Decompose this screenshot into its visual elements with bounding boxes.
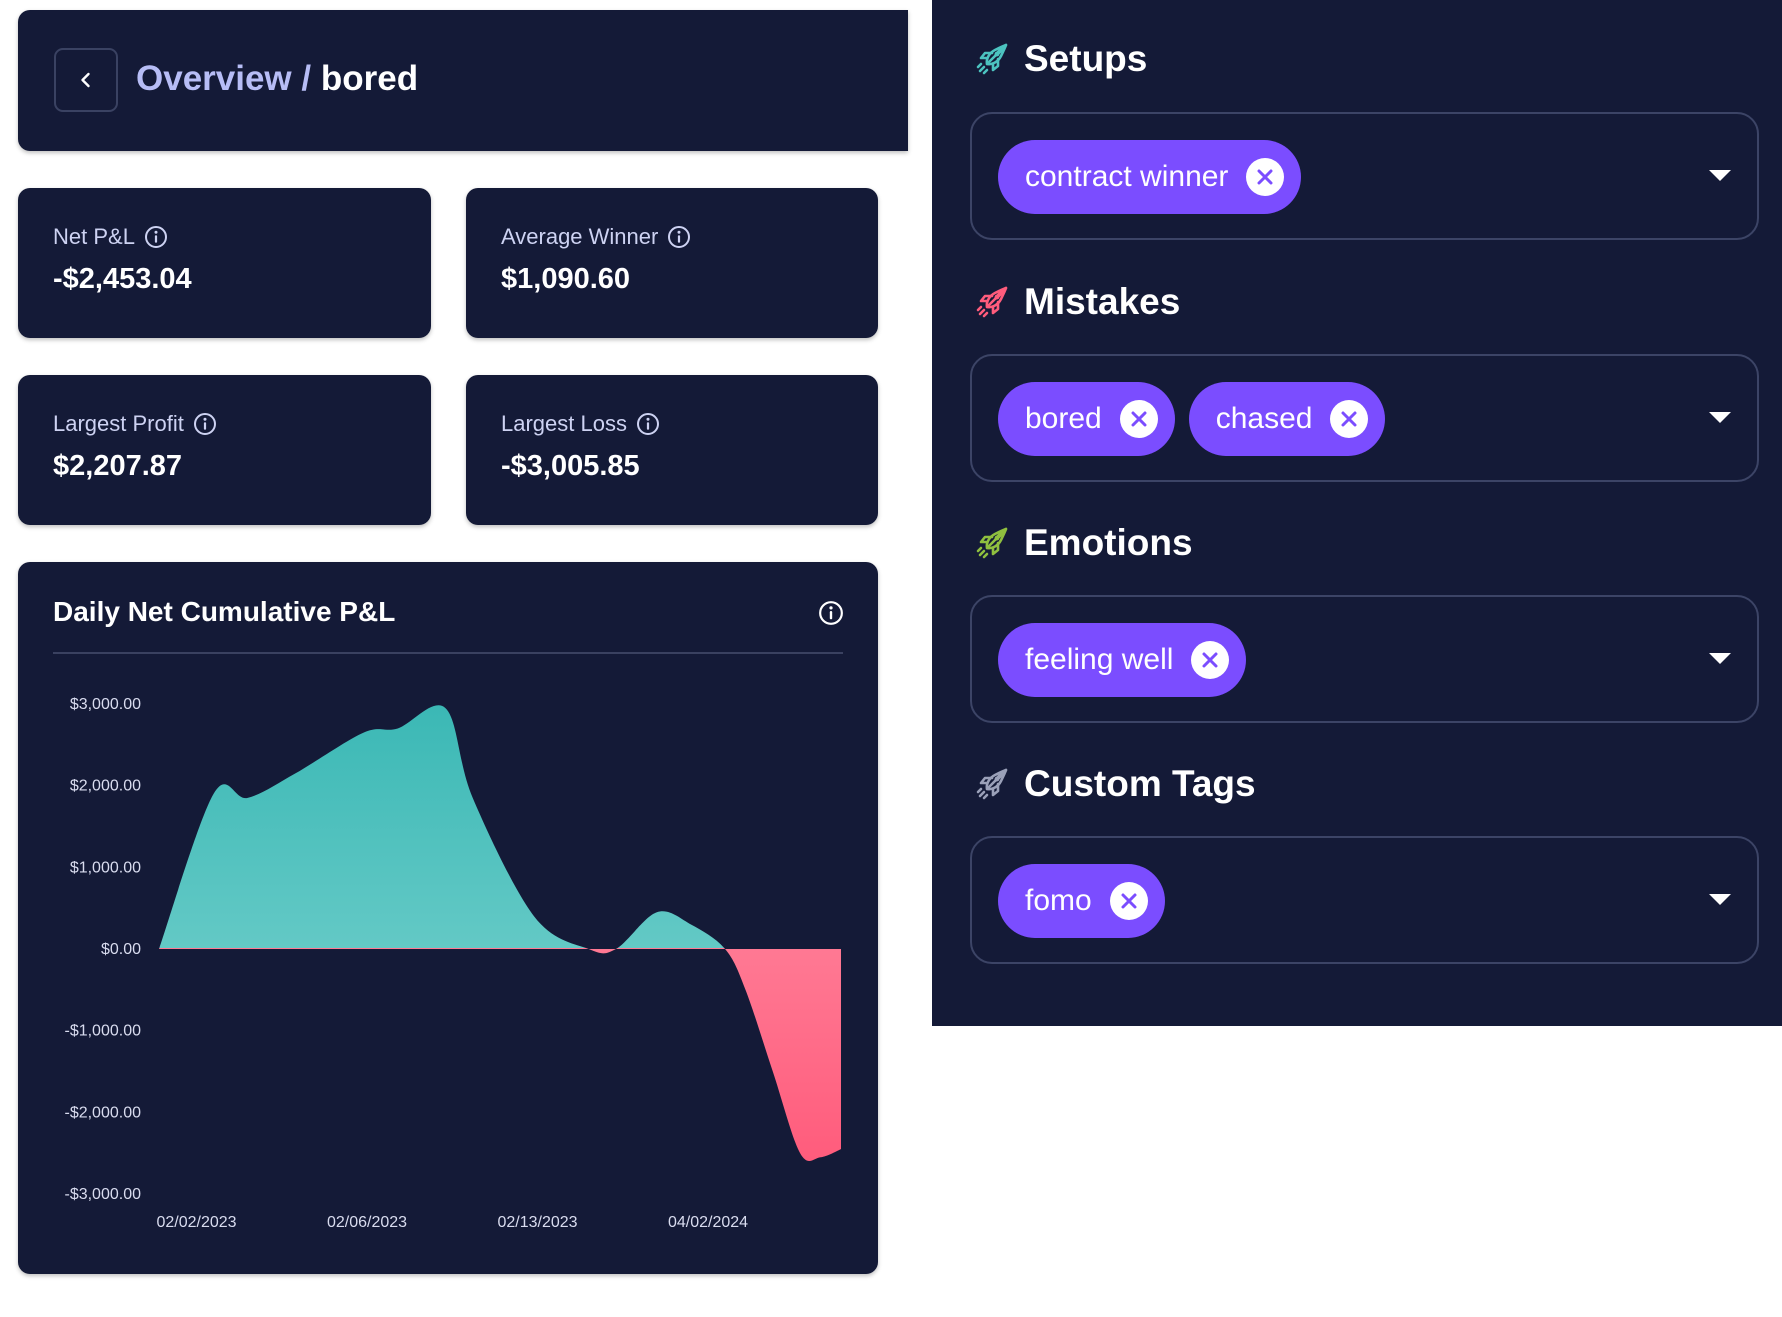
average-winner-value: $1,090.60 <box>501 263 631 295</box>
emotions-header: Emotions <box>974 522 1193 564</box>
caret-down-icon[interactable] <box>1709 412 1731 423</box>
chip-bored: bored <box>998 382 1175 456</box>
setups-header: Setups <box>974 38 1147 80</box>
daily-cumulative-pnl-chart: Daily Net Cumulative P&L $3,000.00 $2,000… <box>18 562 878 1274</box>
average-winner-label: Average Winner <box>501 224 659 249</box>
chip-label: fomo <box>1025 884 1092 917</box>
x-tick-label: 02/02/2023 <box>156 1214 236 1231</box>
back-button[interactable] <box>54 48 118 112</box>
chip-fomo: fomo <box>998 864 1165 938</box>
chip-remove-button[interactable] <box>1246 158 1285 196</box>
chip-remove-button[interactable] <box>1109 882 1148 920</box>
positive-pnl-area <box>159 705 725 948</box>
breadcrumb-separator: / <box>291 59 321 98</box>
close-icon <box>1202 652 1218 668</box>
chevron-left-icon <box>81 72 90 88</box>
largest-loss-value: -$3,005.85 <box>501 450 640 482</box>
chart-plot: $3,000.00 $2,000.00 $1,000.00 $0.00 -$1,000.… <box>64 696 841 1231</box>
chip-label: contract winner <box>1025 160 1229 193</box>
y-tick-label: -$2,000.00 <box>64 1104 141 1121</box>
rocket-icon <box>976 768 1008 800</box>
chip-contract-winner: contract winner <box>998 140 1302 214</box>
rocket-icon <box>976 43 1008 75</box>
info-icon[interactable] <box>636 412 660 436</box>
page-header: Overview / bored <box>18 10 908 151</box>
tags-panel: Setups contract winner Mistakes bored ch… <box>932 0 1782 1026</box>
average-winner-card: Average Winner $1,090.60 <box>466 188 878 338</box>
y-tick-label: $0.00 <box>101 941 141 958</box>
close-icon <box>1121 893 1137 909</box>
caret-down-icon[interactable] <box>1709 894 1731 905</box>
rocket-icon <box>976 527 1008 559</box>
caret-down-icon[interactable] <box>1709 170 1731 181</box>
chip-remove-button[interactable] <box>1119 400 1158 438</box>
y-tick-label: -$3,000.00 <box>64 1186 141 1203</box>
net-pnl-label: Net P&L <box>53 224 135 249</box>
largest-profit-value: $2,207.87 <box>53 450 183 482</box>
info-icon[interactable] <box>667 225 691 249</box>
breadcrumb: Overview / bored <box>136 55 418 103</box>
largest-loss-label: Largest Loss <box>501 411 627 436</box>
largest-loss-card: Largest Loss -$3,005.85 <box>466 375 878 525</box>
mistakes-header: Mistakes <box>974 281 1180 323</box>
y-tick-label: -$1,000.00 <box>64 1023 141 1040</box>
close-icon <box>1257 169 1273 185</box>
largest-profit-label: Largest Profit <box>53 411 184 436</box>
caret-down-icon[interactable] <box>1709 653 1731 664</box>
setups-title: Setups <box>1024 38 1148 79</box>
info-icon[interactable] <box>144 225 168 249</box>
y-tick-label: $1,000.00 <box>70 859 141 876</box>
custom-tags-title: Custom Tags <box>1024 763 1256 804</box>
largest-profit-card: Largest Profit $2,207.87 <box>18 375 431 525</box>
custom-tags-select[interactable]: fomo <box>970 836 1759 964</box>
net-pnl-card: Net P&L -$2,453.04 <box>18 188 431 338</box>
emotions-select[interactable]: feeling well <box>970 595 1759 723</box>
x-tick-label: 02/06/2023 <box>327 1214 407 1231</box>
chip-chased: chased <box>1188 382 1386 456</box>
emotions-title: Emotions <box>1024 522 1193 563</box>
chip-label: bored <box>1025 402 1102 435</box>
mistakes-title: Mistakes <box>1024 281 1181 322</box>
y-tick-label: $2,000.00 <box>70 778 141 795</box>
chip-label: chased <box>1215 402 1313 435</box>
close-icon <box>1131 411 1147 427</box>
close-icon <box>1341 411 1357 427</box>
chip-feeling-well: feeling well <box>998 623 1247 697</box>
info-icon[interactable] <box>193 412 217 436</box>
chip-label: feeling well <box>1025 643 1174 676</box>
breadcrumb-current: bored <box>320 59 419 98</box>
y-tick-label: $3,000.00 <box>70 696 141 713</box>
mistakes-select[interactable]: bored chased <box>970 354 1759 482</box>
setups-select[interactable]: contract winner <box>970 112 1759 240</box>
x-tick-label: 02/13/2023 <box>497 1214 577 1231</box>
chip-remove-button[interactable] <box>1191 641 1230 679</box>
x-tick-label: 04/02/2024 <box>668 1214 748 1231</box>
chip-remove-button[interactable] <box>1330 400 1369 438</box>
breadcrumb-overview[interactable]: Overview <box>136 59 292 98</box>
custom-tags-header: Custom Tags <box>974 763 1256 805</box>
rocket-icon <box>976 286 1008 318</box>
net-pnl-value: -$2,453.04 <box>53 263 192 295</box>
